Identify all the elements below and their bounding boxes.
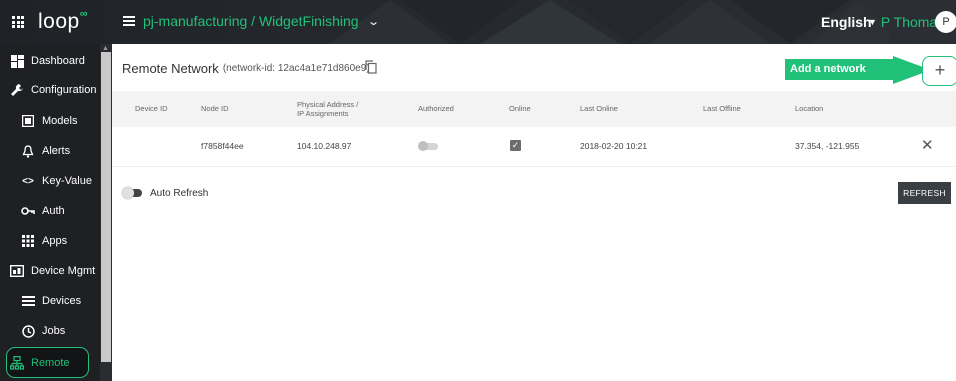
column-header-physical-address[interactable]: Physical Address / [297,100,358,109]
apps-grid-icon[interactable] [12,16,24,28]
sidebar-item-key-value[interactable]: <> Key-Value [0,166,100,196]
sidebar-item-auth[interactable]: Auth [0,196,100,226]
dashboard-icon [9,53,25,69]
cell-last-online: 2018-02-20 10:21 [580,141,648,151]
breadcrumb[interactable]: pj-manufacturing / WidgetFinishing ⌄ [143,13,380,29]
sidebar-item-device-mgmt[interactable]: Device Mgmt [0,256,100,286]
chevron-down-icon: ⌄ [366,15,380,28]
network-icon [9,355,25,371]
scroll-up-arrow-icon[interactable]: ▲ [102,45,109,52]
bell-icon [20,143,36,159]
sidebar-item-models[interactable]: Models [0,106,100,136]
sidebar-item-label: Alerts [42,145,71,157]
avatar[interactable]: P [935,11,956,33]
cell-address: 104.10.248.97 [297,141,352,151]
sidebar-item-label: Key-Value [42,175,92,187]
key-icon [20,203,36,219]
apps-grid-icon [20,233,36,249]
sidebar-item-label: Remote [31,357,70,369]
auto-refresh-label: Auto Refresh [150,187,209,199]
cell-location: 37.354, -121.955 [795,141,860,151]
column-header-ip-assignments[interactable]: IP Assignments [297,109,349,118]
sidebar-item-label: Auth [42,205,65,217]
authorized-toggle[interactable] [418,141,440,151]
column-header-node-id[interactable]: Node ID [201,104,229,113]
column-header-device-id[interactable]: Device ID [135,104,168,113]
user-menu[interactable]: ▼ P Thomas [868,14,944,30]
sidebar-item-label: Device Mgmt [31,265,96,277]
sidebar-item-alerts[interactable]: Alerts [0,136,100,166]
breadcrumb-text: pj-manufacturing / WidgetFinishing [143,13,359,29]
sidebar-item-label: Devices [42,295,82,307]
online-checkbox: ✓ [510,140,521,151]
list-icon [20,293,36,309]
code-brackets-icon: <> [22,175,34,187]
sidebar-item-label: Configuration [31,84,97,96]
auto-refresh-control[interactable]: Auto Refresh [122,187,208,199]
row-divider [112,166,956,167]
wrench-icon [9,82,25,98]
remove-member-close-icon[interactable]: ✕ [921,138,934,153]
sidebar-scroll-thumb[interactable] [101,52,111,362]
sidebar-item-dashboard[interactable]: Dashboard [0,46,100,76]
auto-refresh-toggle[interactable] [122,187,144,199]
add-member-callout: Add a network member [785,59,893,96]
clock-icon [20,323,36,339]
sidebar-item-apps[interactable]: Apps [0,226,100,256]
column-header-online[interactable]: Online [509,104,531,113]
header-pattern [330,0,890,44]
column-header-authorized[interactable]: Authorized [418,104,454,113]
sidebar-item-jobs[interactable]: Jobs [0,316,100,346]
column-header-last-offline[interactable]: Last Offline [703,104,741,113]
sidebar-item-label: Models [42,115,78,127]
copy-icon[interactable] [365,60,377,74]
sidebar-item-label: Dashboard [31,55,85,67]
top-bar: loop∞ pj-manufacturing / WidgetFinishing… [0,0,956,44]
column-header-last-online[interactable]: Last Online [580,104,618,113]
sidebar-item-label: Apps [42,235,68,247]
sidebar-item-remote[interactable]: Remote [0,348,100,378]
caret-down-icon: ▼ [868,17,877,27]
network-id: (network-id: 12ac4a1e71d860e9) [222,63,370,74]
table-header [112,91,956,127]
hamburger-menu-icon[interactable] [123,16,135,26]
brand: loop∞ [0,0,110,44]
refresh-button[interactable]: REFRESH [898,182,951,204]
sidebar-item-configuration[interactable]: Configuration [0,75,100,105]
sidebar-item-devices[interactable]: Devices [0,286,100,316]
page-title: Remote Network (network-id: 12ac4a1e71d8… [122,61,370,76]
sidebar-item-label: Jobs [42,325,66,337]
cell-node-id: f7858f44ee [201,141,244,151]
add-member-button[interactable]: + [922,56,956,86]
language-selector[interactable]: English [821,14,872,30]
logo: loop∞ [38,8,89,33]
models-icon [20,113,36,129]
device-mgmt-icon [9,263,25,279]
page-title-text: Remote Network [122,61,219,76]
column-header-location[interactable]: Location [795,104,823,113]
